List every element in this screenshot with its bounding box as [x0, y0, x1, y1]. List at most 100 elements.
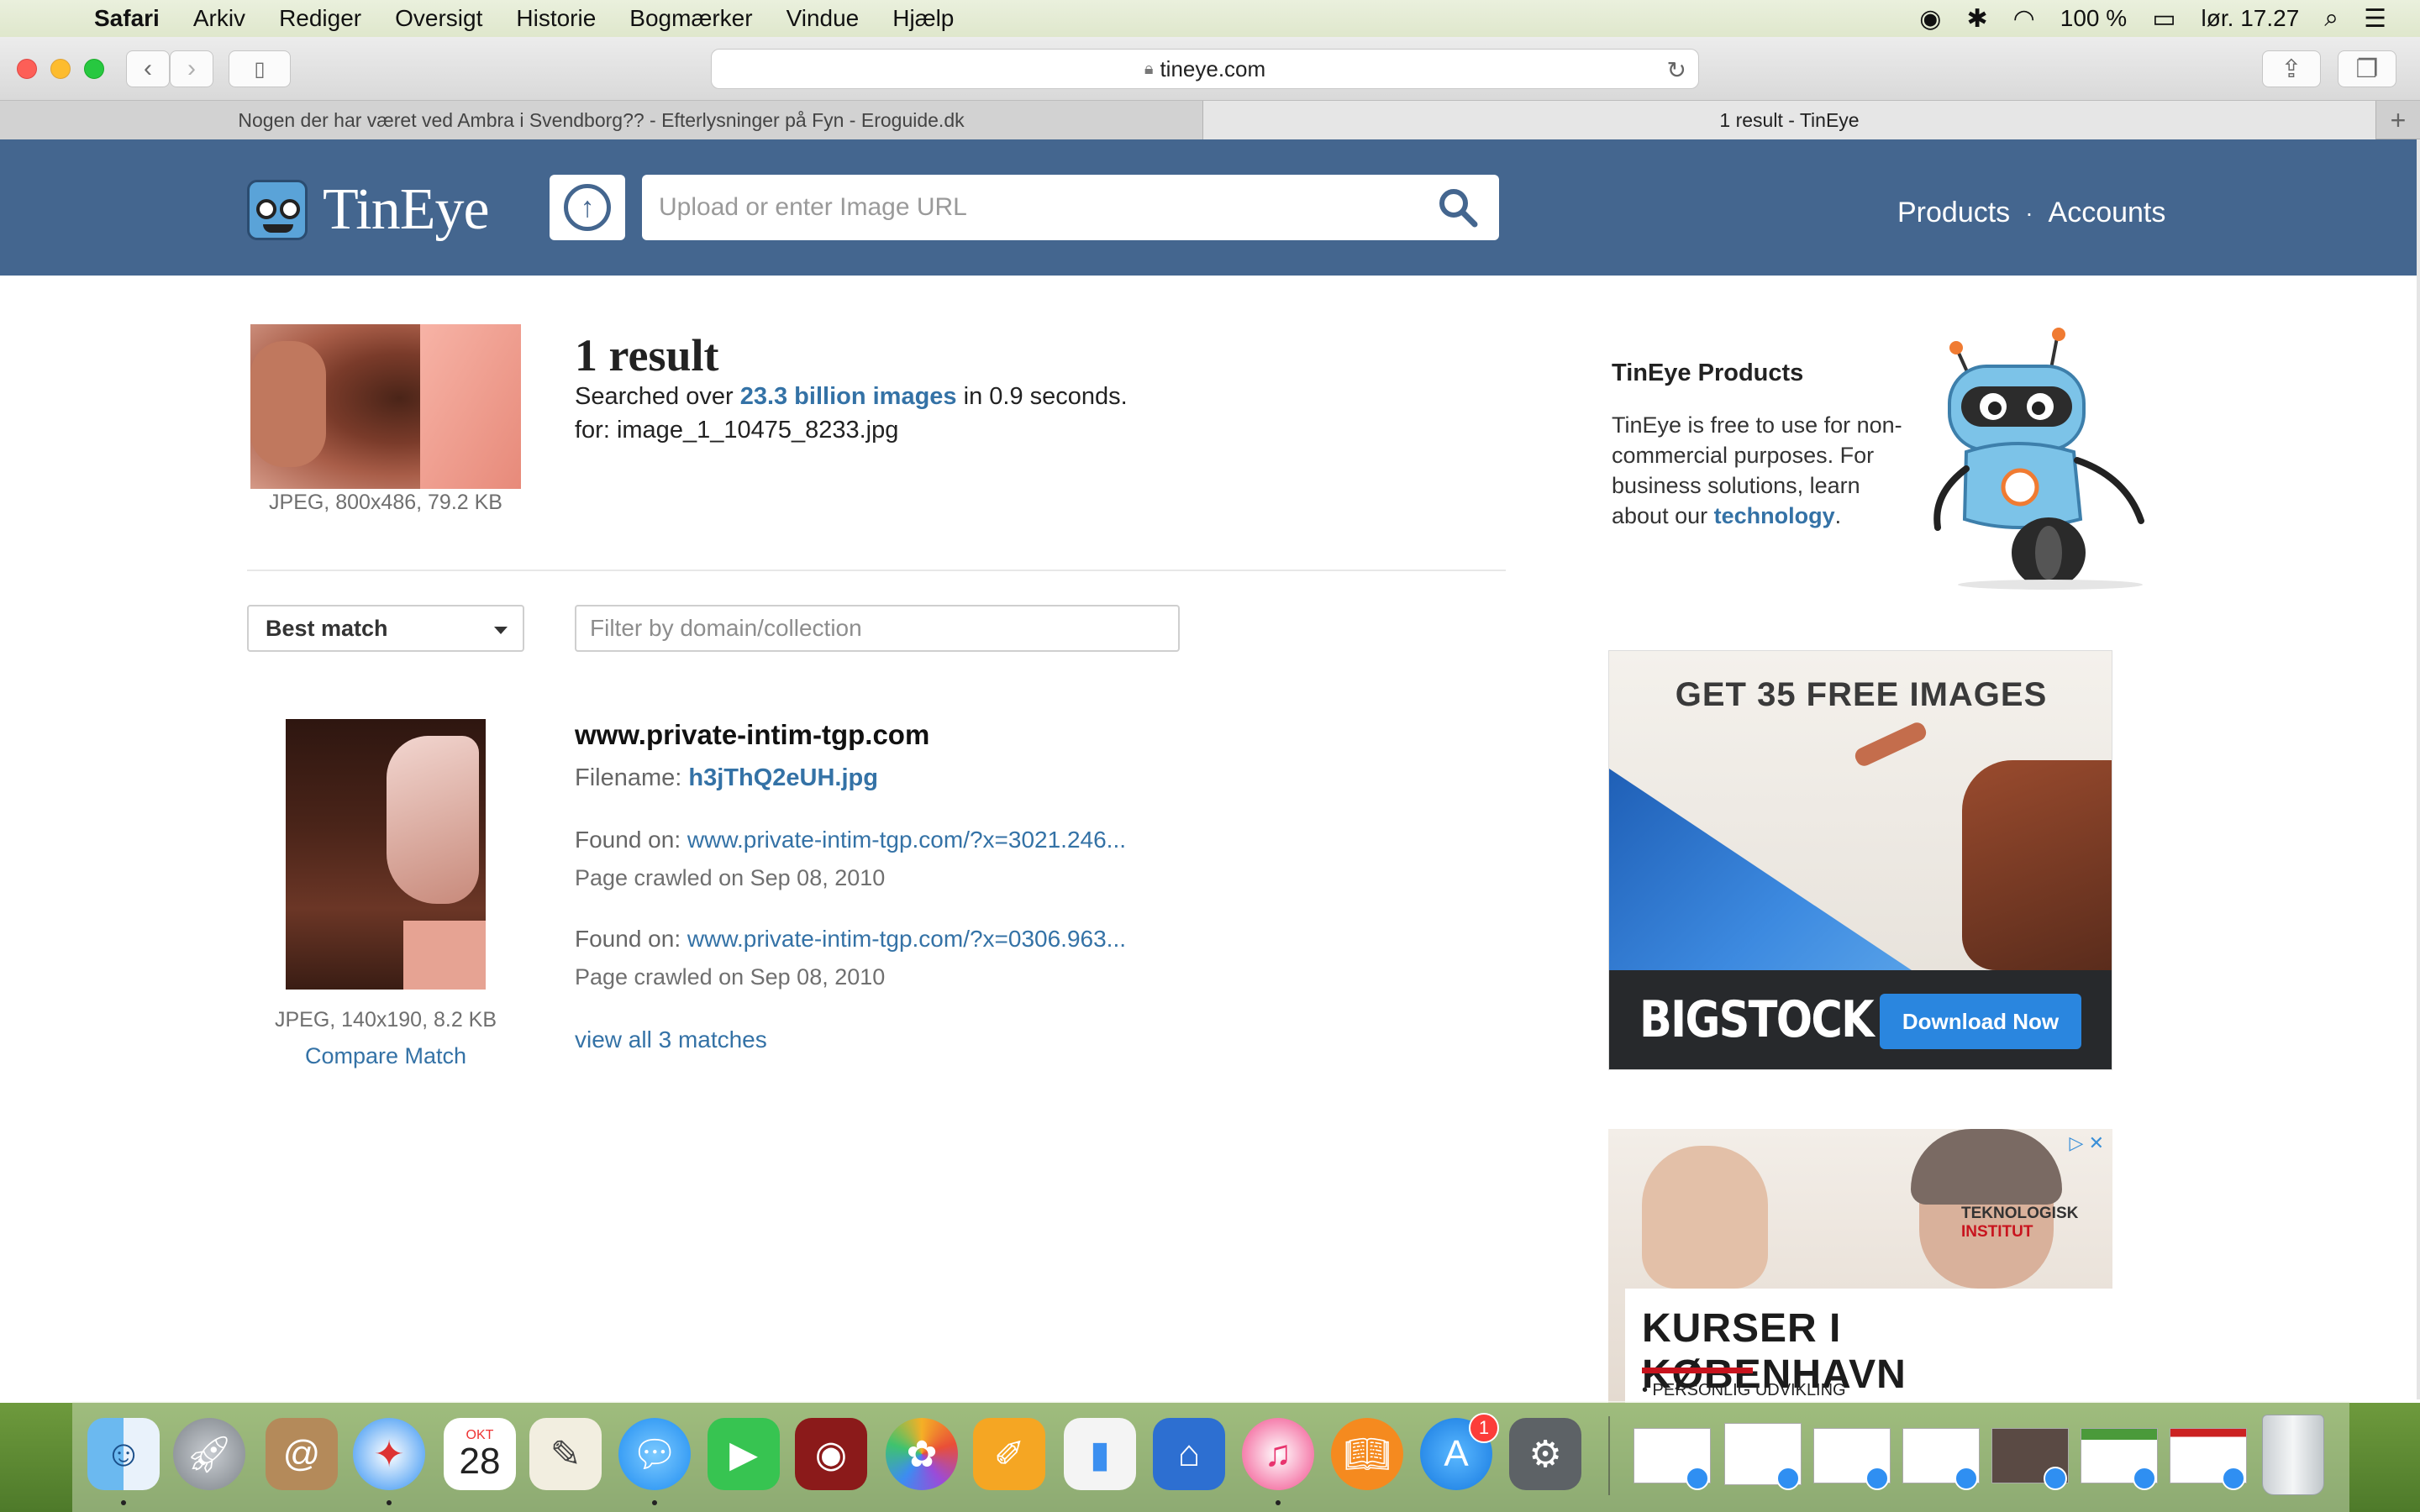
- ad2-bullet: • PERSONLIG UDVIKLING: [1642, 1381, 1846, 1399]
- teknologisk-ad[interactable]: ▷ ✕ TEKNOLOGISK INSTITUT KURSER I KØBENH…: [1608, 1129, 2112, 1403]
- found-on-1: Found on: www.private-intim-tgp.com/?x=3…: [575, 827, 1126, 853]
- calendar-day: 28: [459, 1441, 501, 1482]
- share-icon: ⇪: [2281, 55, 2302, 83]
- match-thumbnail[interactable]: [286, 719, 486, 990]
- searched-summary: Searched over 23.3 billion images in 0.9…: [575, 383, 1128, 411]
- tabs-icon: ❐: [2355, 55, 2379, 83]
- eye-icon[interactable]: ◉: [1919, 4, 1941, 34]
- fullscreen-window-button[interactable]: [84, 59, 104, 79]
- nav-products[interactable]: Products: [1897, 197, 2010, 229]
- menu-oversigt[interactable]: Oversigt: [395, 5, 482, 32]
- battery-percent[interactable]: 100 %: [2060, 5, 2127, 32]
- tab-eroguide[interactable]: Nogen der har været ved Ambra i Svendbor…: [0, 101, 1203, 139]
- found-url-link-2[interactable]: www.private-intim-tgp.com/?x=0306.963...: [687, 926, 1126, 952]
- itunes-icon[interactable]: ♫: [1242, 1418, 1314, 1490]
- battery-icon[interactable]: ▭: [2152, 4, 2175, 34]
- filename-label: Filename:: [575, 764, 682, 791]
- upload-arrow-icon: ↑: [564, 184, 611, 231]
- menu-historie[interactable]: Historie: [516, 5, 596, 32]
- dock-separator: [1608, 1416, 1610, 1495]
- query-image-meta: JPEG, 800x486, 79.2 KB: [269, 491, 502, 514]
- notes-icon[interactable]: ✎: [529, 1418, 602, 1490]
- launchpad-icon[interactable]: 🚀︎: [173, 1418, 245, 1490]
- query-image-thumbnail[interactable]: [250, 324, 521, 489]
- tineye-logo[interactable]: TinEye: [247, 176, 490, 244]
- products-title: TinEye Products: [1612, 360, 1804, 386]
- sidebar-toggle-button[interactable]: ▯: [229, 50, 291, 87]
- messages-icon[interactable]: 💬︎: [618, 1418, 691, 1490]
- finder-icon[interactable]: ☺: [87, 1418, 160, 1490]
- compare-match-link[interactable]: Compare Match: [250, 1043, 521, 1069]
- menu-app-name[interactable]: Safari: [94, 5, 160, 32]
- tab-overview-button[interactable]: ❐: [2338, 50, 2396, 87]
- tab-tineye[interactable]: 1 result - TinEye: [1203, 101, 2376, 139]
- safari-mini-icon: [1865, 1467, 1889, 1490]
- app-store-badge: 1: [1469, 1413, 1499, 1443]
- minimize-window-button[interactable]: [50, 59, 71, 79]
- contacts-icon[interactable]: @: [266, 1418, 338, 1490]
- search-icon[interactable]: [1437, 186, 1479, 228]
- safari-mini-icon: [2044, 1467, 2067, 1490]
- menu-arkiv[interactable]: Arkiv: [193, 5, 245, 32]
- back-button[interactable]: ‹: [126, 50, 170, 87]
- ad-brand: BIGSTOCK: [1639, 990, 1875, 1049]
- keynote-icon[interactable]: ⌂: [1153, 1418, 1225, 1490]
- photo-booth-icon[interactable]: ◉: [795, 1418, 867, 1490]
- adchoices-close-icon[interactable]: ▷ ✕: [2070, 1132, 2104, 1154]
- ibooks-icon[interactable]: 📖︎: [1331, 1418, 1403, 1490]
- forward-button[interactable]: ›: [170, 50, 213, 87]
- notification-center-icon[interactable]: ☰: [2364, 4, 2386, 34]
- ad-institute-1: TEKNOLOGISK: [1961, 1205, 2079, 1222]
- spotlight-search-icon[interactable]: ⌕: [2324, 4, 2338, 33]
- nav-separator: ·: [2025, 199, 2033, 226]
- menu-rediger[interactable]: Rediger: [279, 5, 361, 32]
- photos-icon[interactable]: ✿: [886, 1418, 958, 1490]
- clock[interactable]: lør. 17.27: [2202, 5, 2300, 32]
- calendar-icon[interactable]: OKT 28: [444, 1418, 516, 1490]
- numbers-icon[interactable]: ▮: [1064, 1418, 1136, 1490]
- pages-icon[interactable]: ✐: [973, 1418, 1045, 1490]
- crawl-date-1: Page crawled on Sep 08, 2010: [575, 865, 886, 890]
- wifi-icon[interactable]: ◠: [2013, 4, 2035, 34]
- reload-icon[interactable]: ↻: [1667, 56, 1686, 84]
- technology-link[interactable]: technology: [1714, 503, 1835, 528]
- tab-bar: Nogen der har været ved Ambra i Svendbor…: [0, 101, 2420, 139]
- menu-bogmaerker[interactable]: Bogmærker: [629, 5, 752, 32]
- sort-dropdown[interactable]: Best match: [247, 605, 524, 652]
- bluetooth-icon[interactable]: ✱: [1966, 4, 1987, 34]
- site-header: TinEye ↑ Products · Accounts: [0, 139, 2420, 276]
- menu-vindue[interactable]: Vindue: [786, 5, 860, 32]
- share-button[interactable]: ⇪: [2262, 50, 2321, 87]
- divider: [247, 570, 1506, 571]
- robot-logo-icon: [247, 180, 308, 240]
- trash-icon[interactable]: [2262, 1415, 2324, 1495]
- browser-toolbar: ‹ › ▯ 🔒︎ tineye.com ↻ ⇪ ❐: [0, 37, 2420, 101]
- ad-institute-2: INSTITUT: [1961, 1223, 2033, 1241]
- facetime-icon[interactable]: ▶: [708, 1418, 780, 1490]
- menu-hjaelp[interactable]: Hjælp: [892, 5, 954, 32]
- found-label: Found on:: [575, 827, 681, 853]
- download-now-button[interactable]: Download Now: [1880, 994, 2081, 1049]
- sidebar-icon: ▯: [254, 57, 266, 81]
- safari-mini-icon: [1954, 1467, 1978, 1490]
- system-preferences-icon[interactable]: ⚙: [1509, 1418, 1581, 1490]
- chevron-right-icon: ›: [187, 55, 196, 82]
- bigstock-ad[interactable]: GET 35 FREE IMAGES BIGSTOCK Download Now: [1608, 650, 2112, 1070]
- upload-button[interactable]: ↑: [550, 175, 625, 240]
- domain-filter-input[interactable]: [575, 605, 1180, 652]
- scrollbar-track[interactable]: [2417, 139, 2420, 1399]
- new-tab-button[interactable]: +: [2376, 101, 2420, 139]
- query-filename: for: image_1_10475_8233.jpg: [575, 417, 899, 444]
- safari-icon[interactable]: ✦: [353, 1418, 425, 1490]
- image-url-input[interactable]: [659, 178, 1432, 237]
- searched-suffix: in 0.9 seconds.: [963, 383, 1128, 410]
- found-url-link-1[interactable]: www.private-intim-tgp.com/?x=3021.246...: [687, 827, 1126, 853]
- filename-link[interactable]: h3jThQ2eUH.jpg: [688, 764, 878, 791]
- match-domain: www.private-intim-tgp.com: [575, 719, 930, 750]
- view-all-matches-link[interactable]: view all 3 matches: [575, 1026, 767, 1053]
- nav-accounts[interactable]: Accounts: [2049, 197, 2166, 229]
- close-window-button[interactable]: [17, 59, 37, 79]
- logo-text: TinEye: [323, 177, 490, 242]
- address-bar[interactable]: 🔒︎ tineye.com ↻: [711, 49, 1699, 89]
- billion-images-link[interactable]: 23.3 billion images: [740, 383, 957, 410]
